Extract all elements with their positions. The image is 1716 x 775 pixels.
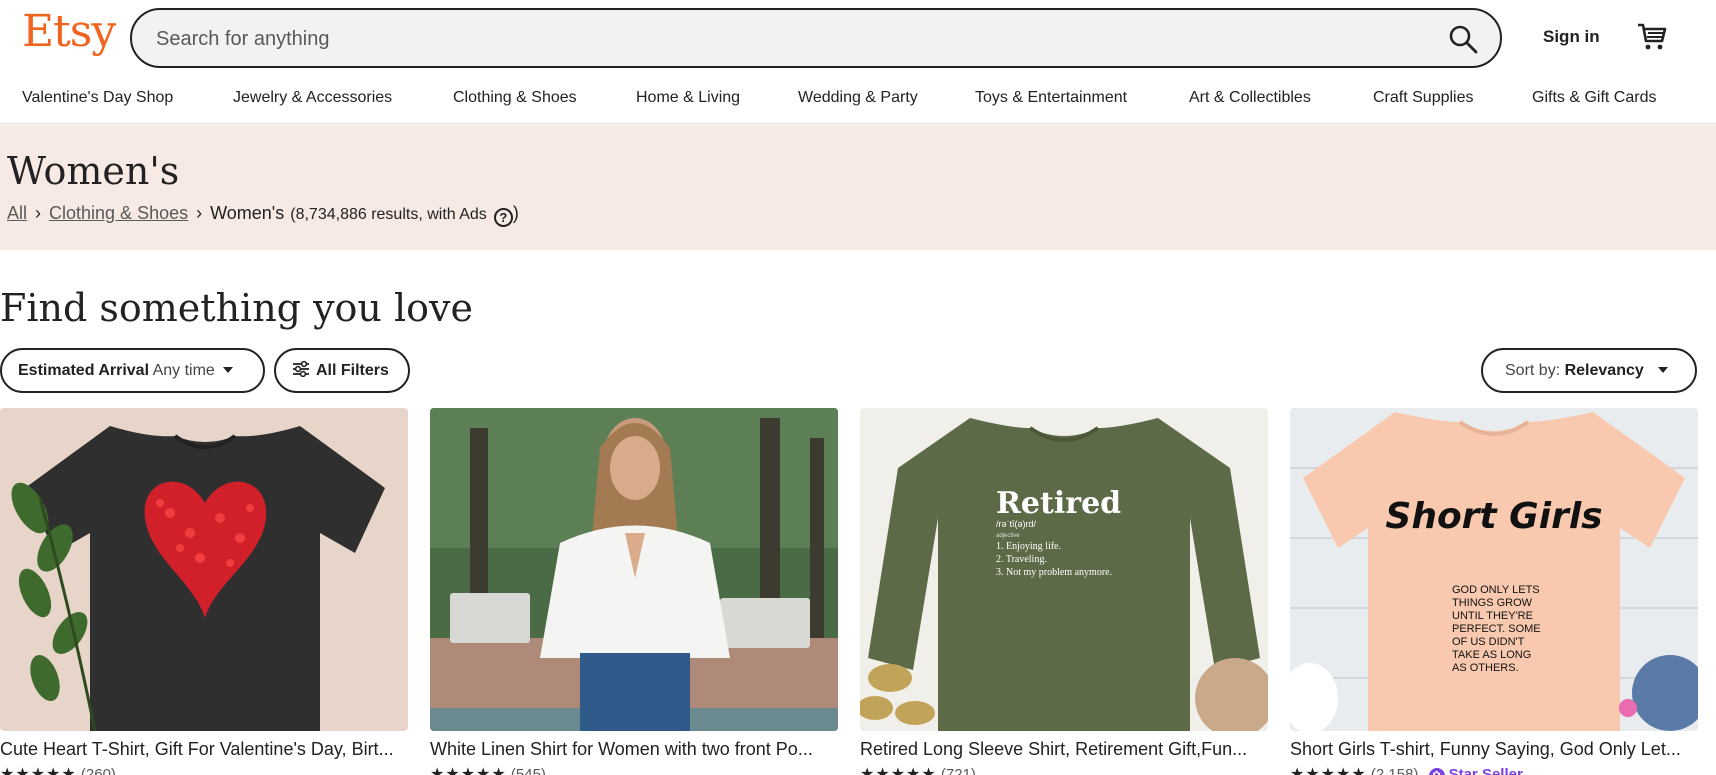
shirt-headline: Short Girls — [1385, 496, 1602, 537]
product-image[interactable]: Short Girls GOD ONLY LETS THINGS GROW UN… — [1290, 408, 1698, 731]
shirt-line: UNTIL THEY'RE — [1452, 610, 1533, 622]
shirt-line: PERFECT. SOME — [1452, 623, 1541, 635]
nav-item-valentines-day-shop[interactable]: Valentine's Day Shop — [22, 89, 173, 107]
breadcrumb: All › Clothing & Shoes › Women's (8,734,886 r… — [7, 203, 519, 227]
product-card[interactable]: Short Girls GOD ONLY LETS THINGS GROW UN… — [1290, 408, 1698, 775]
product-card[interactable]: Cute Heart T-Shirt, Gift For Valentine's… — [0, 408, 408, 775]
review-count: (260) — [80, 766, 116, 775]
review-count: (2,158) — [1370, 766, 1419, 775]
nav-item-craft-supplies[interactable]: Craft Supplies — [1373, 89, 1474, 107]
product-image[interactable] — [430, 408, 838, 731]
breadcrumb-all[interactable]: All — [7, 203, 27, 223]
sort-dropdown[interactable]: Sort by: Relevancy — [1481, 348, 1697, 393]
all-filters-button[interactable]: All Filters — [274, 348, 410, 393]
results-count: (8,734,886 results, with Ads — [290, 206, 487, 223]
shirt-pronunciation: /rəˈtī(ə)rd/ — [996, 519, 1037, 529]
search-icon[interactable] — [1448, 24, 1478, 54]
shirt-line: TAKE AS LONG — [1452, 649, 1531, 661]
product-rating: ★★★★★ (2,158) ✿Star Seller — [1290, 764, 1698, 775]
shirt-headline: Retired — [996, 486, 1121, 521]
category-nav: Valentine's Day Shop Jewelry & Accessori… — [0, 76, 1716, 124]
review-count: (721) — [940, 766, 976, 775]
section-title: Find something you love — [0, 286, 473, 330]
shirt-line: 1. Enjoying life. — [996, 541, 1061, 552]
nav-item-home-living[interactable]: Home & Living — [636, 89, 740, 107]
shirt-line: OF US DIDN'T — [1452, 636, 1525, 648]
arrival-value: Any time — [152, 362, 215, 379]
star-seller-label: Star Seller — [1448, 766, 1523, 775]
nav-item-art-collectibles[interactable]: Art & Collectibles — [1189, 89, 1311, 107]
nav-item-toys-entertainment[interactable]: Toys & Entertainment — [975, 89, 1127, 107]
product-rating: ★★★★★ (545) — [430, 764, 838, 775]
header: Etsy Search for anything Sign in — [0, 0, 1716, 76]
nav-item-wedding-party[interactable]: Wedding & Party — [798, 89, 918, 107]
rating-stars: ★★★★★ — [0, 766, 77, 775]
search-input[interactable]: Search for anything — [156, 28, 329, 51]
product-card[interactable]: White Linen Shirt for Women with two fro… — [430, 408, 838, 775]
estimated-arrival-dropdown[interactable]: Estimated Arrival Any time — [0, 348, 265, 393]
sign-in-link[interactable]: Sign in — [1543, 27, 1600, 47]
filters-icon — [293, 361, 309, 377]
shirt-line: 2. Traveling. — [996, 554, 1047, 565]
shirt-line: AS OTHERS. — [1452, 662, 1519, 674]
review-count: (545) — [510, 766, 546, 775]
shirt-part-of-speech: adjective — [996, 533, 1020, 539]
chevron-right-icon: › — [35, 203, 42, 223]
nav-item-jewelry-accessories[interactable]: Jewelry & Accessories — [233, 89, 392, 107]
sort-label: Sort by: — [1505, 362, 1561, 379]
nav-item-clothing-shoes[interactable]: Clothing & Shoes — [453, 89, 577, 107]
category-banner: Women's All › Clothing & Shoes › Women's (8,7… — [0, 125, 1716, 250]
cart-icon[interactable] — [1636, 20, 1668, 52]
etsy-logo[interactable]: Etsy — [22, 6, 116, 57]
shirt-line: THINGS GROW — [1452, 597, 1533, 609]
shirt-line: GOD ONLY LETS — [1452, 584, 1540, 596]
heart-tshirt-image — [0, 408, 408, 731]
product-rating: ★★★★★ (721) — [860, 764, 1268, 775]
search-bar[interactable]: Search for anything — [130, 8, 1502, 68]
product-card[interactable]: Retired /rəˈtī(ə)rd/ adjective 1. Enjoyi… — [860, 408, 1268, 775]
sort-value: Relevancy — [1564, 362, 1644, 379]
star-seller-icon: ✿ — [1428, 768, 1445, 775]
retired-shirt-image: Retired /rəˈtī(ə)rd/ adjective 1. Enjoyi… — [860, 408, 1268, 731]
product-rating: ★★★★★ (260) — [0, 764, 408, 775]
product-title[interactable]: Retired Long Sleeve Shirt, Retirement Gi… — [860, 739, 1268, 760]
shirt-line: 3. Not my problem anymore. — [996, 567, 1112, 578]
arrival-label: Estimated Arrival — [18, 362, 150, 379]
product-image[interactable] — [0, 408, 408, 731]
breadcrumb-current: Women's — [210, 203, 285, 223]
product-title[interactable]: Short Girls T-shirt, Funny Saying, God O… — [1290, 739, 1698, 760]
star-seller-badge: ✿Star Seller — [1428, 766, 1523, 775]
help-icon[interactable]: ? — [493, 208, 513, 227]
short-girls-tshirt-image: Short Girls GOD ONLY LETS THINGS GROW UN… — [1290, 408, 1698, 731]
product-title[interactable]: Cute Heart T-Shirt, Gift For Valentine's… — [0, 739, 408, 760]
product-title[interactable]: White Linen Shirt for Women with two fro… — [430, 739, 838, 760]
breadcrumb-clothing-shoes[interactable]: Clothing & Shoes — [49, 203, 188, 223]
caret-down-icon — [1657, 367, 1668, 373]
linen-shirt-image — [430, 408, 838, 731]
rating-stars: ★★★★★ — [860, 766, 937, 775]
product-image[interactable]: Retired /rəˈtī(ə)rd/ adjective 1. Enjoyi… — [860, 408, 1268, 731]
all-filters-label: All Filters — [316, 362, 389, 379]
chevron-right-icon: › — [196, 203, 203, 223]
rating-stars: ★★★★★ — [1290, 766, 1367, 775]
nav-item-gifts-gift-cards[interactable]: Gifts & Gift Cards — [1532, 89, 1656, 107]
results-count-close: ) — [512, 203, 519, 223]
caret-down-icon — [222, 367, 233, 373]
rating-stars: ★★★★★ — [430, 766, 507, 775]
page-title: Women's — [7, 149, 180, 193]
